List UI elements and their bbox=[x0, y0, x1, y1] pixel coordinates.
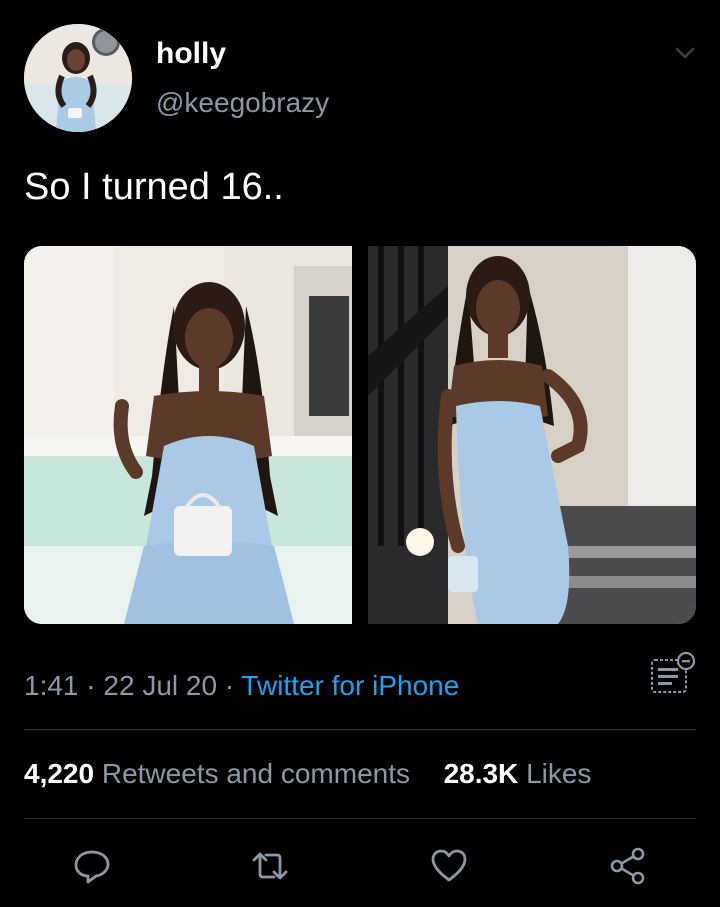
retweets-label[interactable]: Retweets and comments bbox=[102, 758, 410, 789]
meta-separator: · bbox=[224, 670, 235, 701]
tweet-stats: 4,220 Retweets and comments 28.3K Likes bbox=[24, 756, 591, 792]
likes-label[interactable]: Likes bbox=[526, 758, 591, 789]
tweet-source-link[interactable]: Twitter for iPhone bbox=[241, 670, 459, 701]
tweet-date: 22 Jul 20 bbox=[103, 670, 218, 701]
likes-count[interactable]: 28.3K bbox=[444, 758, 519, 789]
tweet-text: So I turned 16.. bbox=[24, 166, 284, 208]
photo-2-image bbox=[368, 246, 696, 624]
tweet-photo-2[interactable] bbox=[368, 246, 696, 624]
retweets-count[interactable]: 4,220 bbox=[24, 758, 94, 789]
share-icon[interactable] bbox=[608, 846, 648, 886]
retweet-icon[interactable] bbox=[250, 846, 290, 886]
reply-icon[interactable] bbox=[72, 846, 112, 886]
like-icon[interactable] bbox=[429, 846, 469, 886]
divider bbox=[24, 729, 696, 730]
divider bbox=[24, 818, 696, 819]
author-handle[interactable]: @keegobrazy bbox=[156, 86, 329, 120]
avatar-photo bbox=[24, 24, 132, 132]
meta-separator: · bbox=[86, 670, 96, 701]
avatar[interactable] bbox=[24, 24, 132, 132]
tweet-photo-1[interactable] bbox=[24, 246, 352, 624]
photo-1-image bbox=[24, 246, 352, 624]
author-display-name[interactable]: holly bbox=[156, 36, 226, 72]
analytics-icon[interactable] bbox=[648, 650, 696, 696]
tweet-timestamp-row: 1:41 · 22 Jul 20 · Twitter for iPhone bbox=[24, 668, 459, 704]
chevron-down-icon[interactable] bbox=[670, 38, 700, 68]
tweet-time: 1:41 bbox=[24, 670, 79, 701]
